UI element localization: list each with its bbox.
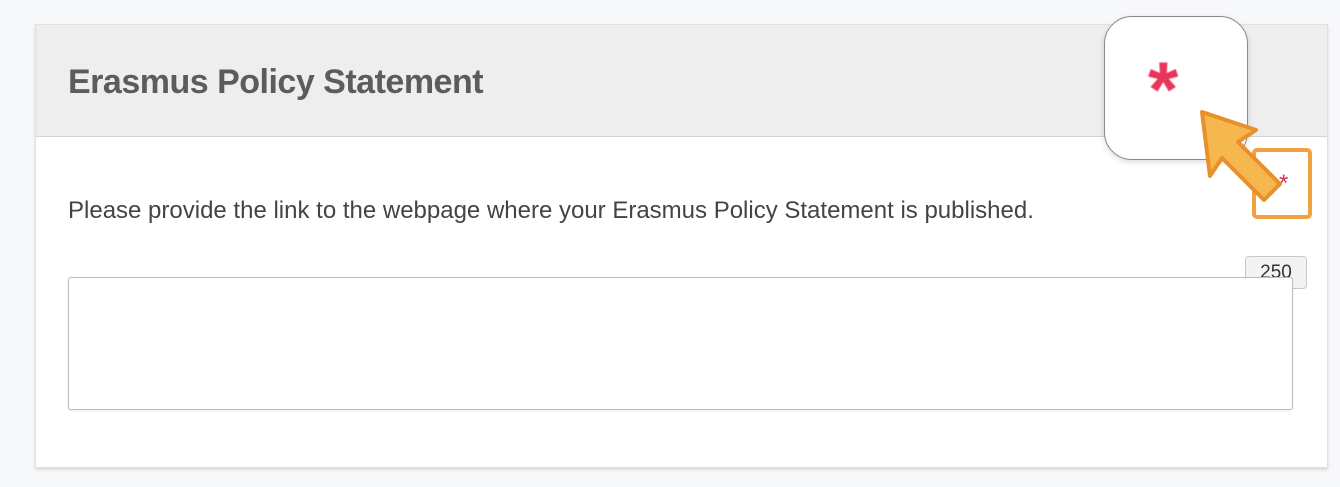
pointer-arrow-icon [1200,110,1282,202]
section-title: Erasmus Policy Statement [68,63,484,101]
zoomed-required-asterisk: * [1148,45,1179,133]
page: Erasmus Policy Statement Please provide … [0,0,1340,487]
policy-statement-link-input[interactable] [68,277,1293,410]
question-label: Please provide the link to the webpage w… [68,197,1034,224]
